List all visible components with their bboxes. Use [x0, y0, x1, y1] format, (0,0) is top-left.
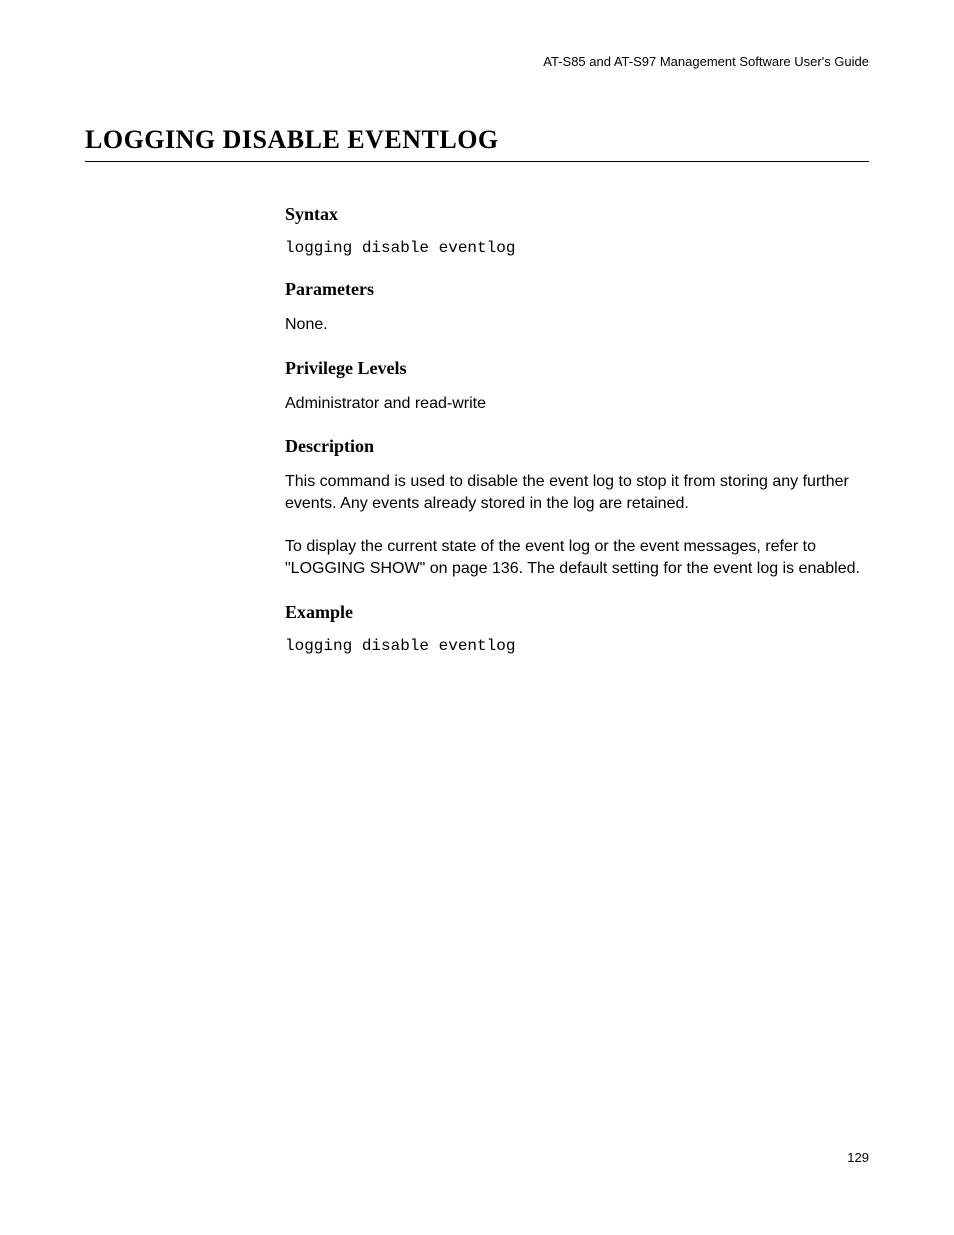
example-code: logging disable eventlog — [285, 637, 869, 655]
syntax-code: logging disable eventlog — [285, 239, 869, 257]
parameters-text: None. — [285, 314, 869, 336]
parameters-heading: Parameters — [285, 279, 869, 300]
example-heading: Example — [285, 602, 869, 623]
syntax-heading: Syntax — [285, 204, 869, 225]
content-body: Syntax logging disable eventlog Paramete… — [285, 204, 869, 655]
privilege-text: Administrator and read-write — [285, 393, 869, 415]
description-para2: To display the current state of the even… — [285, 536, 869, 579]
running-header: AT-S85 and AT-S97 Management Software Us… — [85, 54, 869, 69]
page-number: 129 — [847, 1150, 869, 1165]
description-para1: This command is used to disable the even… — [285, 471, 869, 514]
privilege-heading: Privilege Levels — [285, 358, 869, 379]
command-title: LOGGING DISABLE EVENTLOG — [85, 125, 869, 162]
page-container: AT-S85 and AT-S97 Management Software Us… — [0, 0, 954, 655]
description-heading: Description — [285, 436, 869, 457]
